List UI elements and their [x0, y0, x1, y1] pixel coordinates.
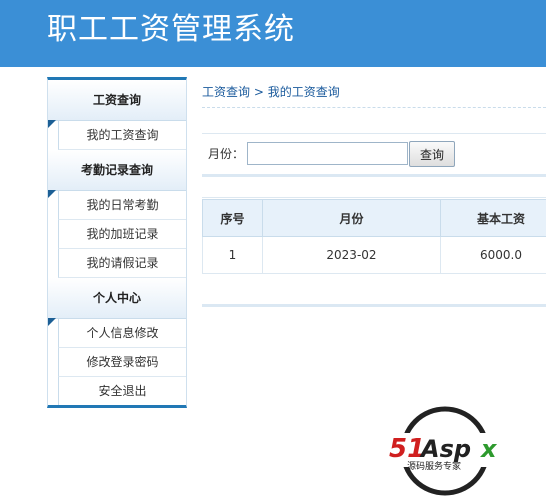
sidebar-item-daily-attendance[interactable]: 我的日常考勤 [58, 191, 186, 220]
sidebar-item-my-salary[interactable]: 我的工资查询 [58, 121, 186, 150]
watermark-logo: 51 Asp x 源码服务专家 [385, 405, 515, 497]
month-label: 月份： [208, 147, 245, 161]
sidebar-item-overtime[interactable]: 我的加班记录 [58, 220, 186, 249]
cell-month: 2023-02 [262, 236, 441, 274]
sidebar-section-personal[interactable]: 个人中心 [48, 278, 186, 326]
salary-table-container: 序号 月份 基本工资 1 2023-02 6000.0 [202, 197, 546, 307]
app-title: 职工工资管理系统 [47, 12, 295, 47]
column-header-month: 月份 [262, 199, 441, 237]
corner-triangle-icon [48, 120, 56, 128]
search-button[interactable]: 查询 [409, 141, 455, 167]
column-header-index: 序号 [202, 199, 263, 237]
watermark-tagline: 源码服务专家 [407, 460, 461, 472]
sidebar-item-change-password[interactable]: 修改登录密码 [58, 348, 186, 377]
watermark-brand-x: x [480, 435, 498, 463]
sidebar-section-attendance[interactable]: 考勤记录查询 [48, 150, 186, 198]
breadcrumb-parent[interactable]: 工资查询 [202, 85, 250, 99]
sidebar-item-leave[interactable]: 我的请假记录 [58, 249, 186, 278]
salary-table: 序号 月份 基本工资 1 2023-02 6000.0 [202, 199, 546, 274]
table-header-row: 序号 月份 基本工资 [202, 199, 546, 237]
sidebar-item-logout[interactable]: 安全退出 [58, 377, 186, 405]
corner-triangle-icon [48, 190, 56, 198]
table-row: 1 2023-02 6000.0 [202, 236, 546, 274]
sidebar: 工资查询 我的工资查询 考勤记录查询 我的日常考勤 我的加班记录 我的请假记录 … [47, 77, 187, 408]
breadcrumb-current: 我的工资查询 [267, 85, 340, 99]
sidebar-section-label: 考勤记录查询 [80, 163, 153, 177]
corner-triangle-icon [48, 318, 56, 326]
main-content: 工资查询 > 我的工资查询 月份： 查询 序号 月份 基本工资 1 2023-0… [202, 77, 546, 307]
month-input[interactable] [247, 142, 408, 165]
sidebar-item-edit-profile[interactable]: 个人信息修改 [58, 319, 186, 348]
app-header: 职工工资管理系统 [0, 0, 546, 67]
cell-base-salary: 6000.0 [439, 236, 546, 274]
sidebar-section-label: 个人中心 [92, 291, 141, 305]
cell-index: 1 [202, 236, 263, 274]
breadcrumb: 工资查询 > 我的工资查询 [202, 77, 546, 108]
column-header-base-salary: 基本工资 [439, 199, 546, 237]
watermark-brand-asp: Asp [419, 435, 471, 463]
breadcrumb-separator: > [250, 85, 268, 99]
watermark-brand-51: 51 [389, 434, 425, 464]
sidebar-section-salary[interactable]: 工资查询 [48, 80, 186, 128]
sidebar-section-label: 工资查询 [92, 93, 141, 107]
watermark-logo-icon: 51 Asp x 源码服务专家 [385, 406, 515, 496]
search-bar: 月份： 查询 [202, 133, 546, 177]
